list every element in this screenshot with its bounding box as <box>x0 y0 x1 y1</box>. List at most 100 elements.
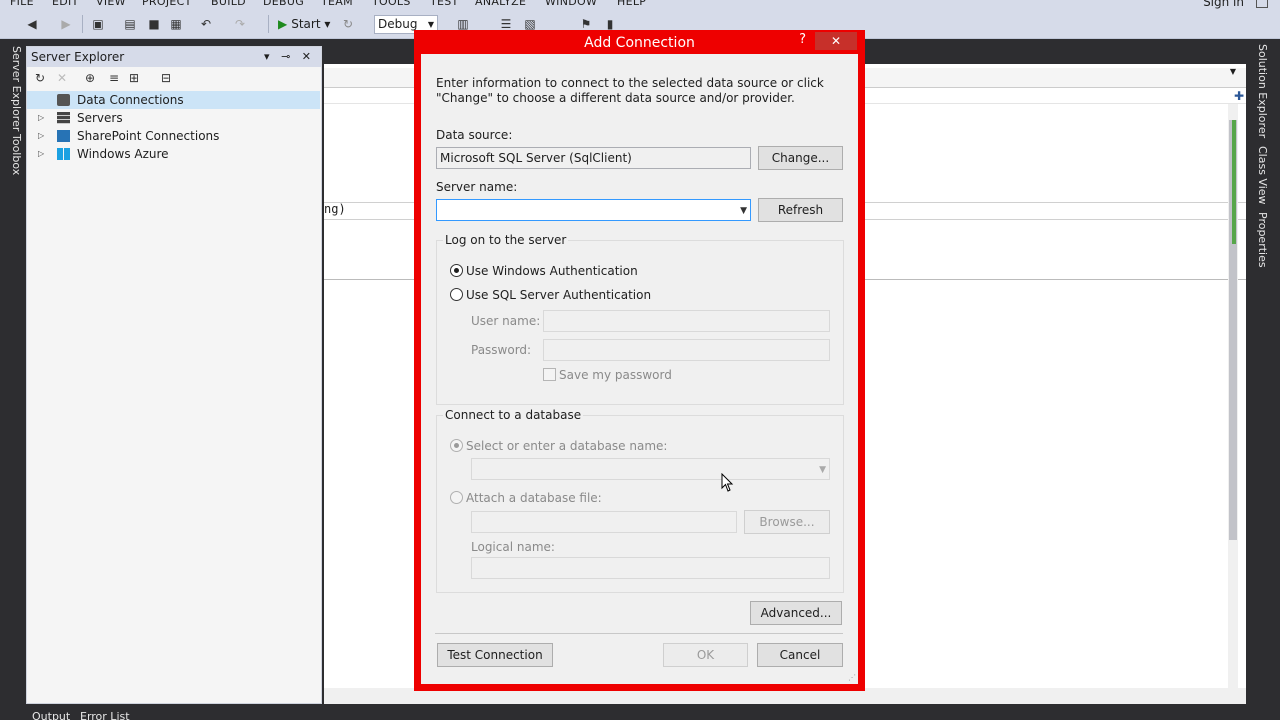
menu-debug[interactable]: DEBUG <box>263 0 304 8</box>
expand-arrow-icon[interactable]: ▷ <box>38 145 44 163</box>
tree-item-label: Windows Azure <box>77 147 169 161</box>
back-icon[interactable]: ◀ <box>24 16 40 32</box>
redo-icon[interactable]: ↷ <box>232 16 248 32</box>
sharepoint-icon <box>57 130 70 142</box>
forward-icon[interactable]: ▶ <box>58 16 74 32</box>
menu-view[interactable]: VIEW <box>96 0 126 8</box>
connect-sharepoint-icon[interactable]: ⊞ <box>129 71 139 85</box>
stop-icon[interactable]: ✕ <box>57 71 67 85</box>
save-password-label: Save my password <box>559 368 672 382</box>
server-explorer-tab[interactable]: Server Explorer <box>10 46 23 131</box>
toolbar-separator <box>82 15 83 33</box>
chevron-down-icon[interactable]: ▼ <box>1230 67 1236 76</box>
menu-project[interactable]: PROJECT <box>142 0 192 8</box>
help-icon[interactable]: ? <box>799 32 806 47</box>
browse-button[interactable]: Browse... <box>744 510 830 534</box>
attach-database-label: Attach a database file: <box>466 491 602 505</box>
menu-help[interactable]: HELP <box>617 0 646 8</box>
add-connection-dialog: Add Connection ? ✕ Enter information to … <box>414 30 865 691</box>
properties-icon[interactable]: ⊟ <box>161 71 171 85</box>
save-all-icon[interactable]: ▦ <box>168 16 184 32</box>
expand-arrow-icon[interactable]: ▷ <box>38 127 44 145</box>
connect-server-icon[interactable]: ≡ <box>109 71 119 85</box>
logical-name-label: Logical name: <box>471 540 555 554</box>
chevron-down-icon[interactable]: ▼ <box>819 460 826 480</box>
error-list-tab[interactable]: Error List <box>80 710 130 720</box>
attach-database-radio[interactable] <box>450 491 463 504</box>
logon-group-title: Log on to the server <box>443 233 569 247</box>
server-explorer-panel: Server Explorer ▾ ⊸ ✕ ↻ ✕ ⊕ ≡ ⊞ ⊟ Data C… <box>26 46 322 704</box>
server-explorer-toolbar: ↻ ✕ ⊕ ≡ ⊞ ⊟ <box>27 67 321 91</box>
class-view-tab[interactable]: Class View <box>1256 146 1269 205</box>
account-icon[interactable] <box>1256 0 1268 8</box>
start-label: Start <box>291 17 321 31</box>
server-explorer-title: Server Explorer ▾ ⊸ ✕ <box>27 47 321 67</box>
right-tool-rail: Solution Explorer Class View Properties <box>1246 40 1280 704</box>
ok-button[interactable]: OK <box>663 643 748 667</box>
sign-in-link[interactable]: Sign in <box>1203 0 1244 9</box>
tree-item-sharepoint[interactable]: ▷ SharePoint Connections <box>27 127 321 145</box>
server-name-combobox[interactable]: ▼ <box>436 199 751 221</box>
test-connection-button[interactable]: Test Connection <box>437 643 553 667</box>
windows-auth-radio[interactable] <box>450 264 463 277</box>
panel-title: Server Explorer <box>31 50 125 64</box>
close-icon[interactable]: ✕ <box>815 32 857 50</box>
config-value: Debug <box>378 17 418 31</box>
sql-auth-label: Use SQL Server Authentication <box>466 288 652 302</box>
menu-window[interactable]: WINDOW <box>545 0 597 8</box>
select-database-radio[interactable] <box>450 439 463 452</box>
tree-item-label: SharePoint Connections <box>77 129 220 143</box>
resize-grip-icon[interactable]: ⋰ <box>848 673 856 682</box>
start-button[interactable]: ▶ Start ▾ <box>278 16 330 32</box>
change-button[interactable]: Change... <box>758 146 843 170</box>
user-name-field[interactable] <box>543 310 830 332</box>
toolbox-tab[interactable]: Toolbox <box>10 134 23 175</box>
tree-item-servers[interactable]: ▷ Servers <box>27 109 321 127</box>
menu-analyze[interactable]: ANALYZE <box>475 0 526 8</box>
split-editor-icon[interactable]: ✚ <box>1234 89 1244 103</box>
menu-tools[interactable]: TOOLS <box>372 0 411 8</box>
sql-auth-radio[interactable] <box>450 288 463 301</box>
database-file-field[interactable] <box>471 511 737 533</box>
menu-bar: FILE EDIT VIEW PROJECT BUILD DEBUG TEAM … <box>0 0 1280 10</box>
refresh-button[interactable]: Refresh <box>758 198 843 222</box>
refresh-icon[interactable]: ↻ <box>35 71 45 85</box>
select-database-label: Select or enter a database name: <box>466 439 668 453</box>
bottom-tool-rail: Output Error List <box>0 704 1280 720</box>
database-name-combobox[interactable]: ▼ <box>471 458 830 480</box>
tree-item-data-connections[interactable]: Data Connections <box>27 91 320 109</box>
save-icon[interactable]: ■ <box>146 16 162 32</box>
undo-icon[interactable]: ↶ <box>198 16 214 32</box>
chevron-down-icon[interactable]: ▼ <box>740 201 747 221</box>
tree-item-windows-azure[interactable]: ▷ Windows Azure <box>27 145 321 163</box>
menu-build[interactable]: BUILD <box>211 0 246 8</box>
new-project-icon[interactable]: ▣ <box>90 16 106 32</box>
cancel-button[interactable]: Cancel <box>757 643 843 667</box>
properties-tab[interactable]: Properties <box>1256 212 1269 268</box>
save-password-checkbox[interactable] <box>543 368 556 381</box>
menu-file[interactable]: FILE <box>10 0 34 8</box>
advanced-button[interactable]: Advanced... <box>750 601 842 625</box>
toolbar-separator <box>268 15 269 33</box>
menu-edit[interactable]: EDIT <box>52 0 79 8</box>
left-tool-rail: Server Explorer Toolbox <box>0 40 26 704</box>
code-text: ng) <box>324 202 346 216</box>
server-name-label: Server name: <box>436 180 518 194</box>
menu-team[interactable]: TEAM <box>321 0 353 8</box>
database-icon <box>57 94 70 106</box>
password-field[interactable] <box>543 339 830 361</box>
expand-arrow-icon[interactable]: ▷ <box>38 109 44 127</box>
solution-explorer-tab[interactable]: Solution Explorer <box>1256 44 1269 138</box>
tree-item-label: Servers <box>77 111 123 125</box>
refresh-icon[interactable]: ↻ <box>340 16 356 32</box>
server-icon <box>57 112 70 124</box>
output-tab[interactable]: Output <box>32 710 70 720</box>
open-file-icon[interactable]: ▤ <box>122 16 138 32</box>
password-label: Password: <box>471 343 532 357</box>
user-name-label: User name: <box>471 314 541 328</box>
menu-test[interactable]: TEST <box>430 0 459 8</box>
dialog-body: Enter information to connect to the sele… <box>421 54 858 684</box>
logical-name-field[interactable] <box>471 557 830 579</box>
connect-database-icon[interactable]: ⊕ <box>85 71 95 85</box>
panel-controls[interactable]: ▾ ⊸ ✕ <box>264 47 315 67</box>
